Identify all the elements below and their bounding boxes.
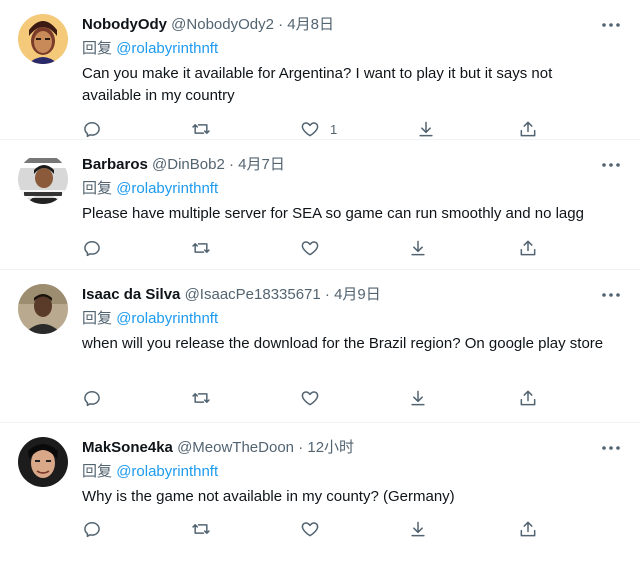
upload-icon xyxy=(520,240,536,256)
replying-to: 回复 @rolabyrinthnft xyxy=(82,309,218,329)
replying-to: 回复 @rolabyrinthnft xyxy=(82,462,218,482)
reply-icon xyxy=(84,391,100,407)
separator-dot: · xyxy=(228,156,234,173)
tweet[interactable]: NobodyOdy @NobodyOdy2 · 4月8日 回复 @rolabyr… xyxy=(0,0,640,140)
display-name[interactable]: Barbaros xyxy=(82,156,148,173)
share-button[interactable] xyxy=(408,518,428,540)
action-bar xyxy=(82,518,542,540)
replying-to: 回复 @rolabyrinthnft xyxy=(82,39,218,59)
user-handle[interactable]: @MeowTheDoon xyxy=(177,439,294,456)
avatar[interactable] xyxy=(18,437,68,487)
tweet-text: Can you make it available for Argentina?… xyxy=(82,65,553,104)
more-options-icon[interactable] xyxy=(600,155,622,175)
action-bar: 1 xyxy=(82,118,542,140)
retweet-button[interactable] xyxy=(190,237,212,259)
heart-icon xyxy=(301,522,319,537)
more-options-icon[interactable] xyxy=(600,438,622,458)
tweet-header: NobodyOdy @NobodyOdy2 · 4月8日 xyxy=(82,15,334,35)
heart-icon xyxy=(301,241,319,256)
upload-button[interactable] xyxy=(518,118,538,140)
reply-prefix: 回复 xyxy=(82,463,113,480)
tweet-text: Why is the game not available in my coun… xyxy=(82,488,455,505)
download-arrow-icon xyxy=(411,240,425,256)
like-button[interactable] xyxy=(300,237,330,259)
tweet[interactable]: Isaac da Silva @IsaacPe18335671 · 4月9日 回… xyxy=(0,270,640,423)
tweet[interactable]: Barbaros @DinBob2 · 4月7日 回复 @rolabyrinth… xyxy=(0,140,640,270)
tweet-text: when will you release the download for t… xyxy=(82,335,604,352)
replying-to: 回复 @rolabyrinthnft xyxy=(82,179,218,199)
timestamp[interactable]: 4月8日 xyxy=(287,16,334,33)
mention-link[interactable]: @rolabyrinthnft xyxy=(116,40,218,57)
share-button[interactable] xyxy=(408,387,428,409)
timestamp[interactable]: 12小时 xyxy=(307,439,354,456)
reply-icon xyxy=(84,241,100,257)
like-button[interactable]: 1 xyxy=(300,118,337,140)
retweet-icon xyxy=(192,524,210,534)
reply-button[interactable] xyxy=(82,118,102,140)
more-options-icon[interactable] xyxy=(600,285,622,305)
separator-dot: · xyxy=(324,286,330,303)
retweet-button[interactable] xyxy=(190,518,212,540)
mention-link[interactable]: @rolabyrinthnft xyxy=(116,463,218,480)
retweet-button[interactable] xyxy=(190,118,212,140)
more-options-icon[interactable] xyxy=(600,15,622,35)
tweet-text: Please have multiple server for SEA so g… xyxy=(82,205,584,222)
display-name[interactable]: Isaac da Silva xyxy=(82,286,180,303)
mention-link[interactable]: @rolabyrinthnft xyxy=(116,310,218,327)
tweet-header: Isaac da Silva @IsaacPe18335671 · 4月9日 xyxy=(82,285,381,305)
retweet-button[interactable] xyxy=(190,387,212,409)
download-arrow-icon xyxy=(411,521,425,537)
retweet-icon xyxy=(192,243,210,253)
avatar[interactable] xyxy=(18,154,68,204)
reply-button[interactable] xyxy=(82,518,102,540)
heart-icon xyxy=(301,391,319,406)
display-name[interactable]: MakSone4ka xyxy=(82,439,173,456)
action-bar xyxy=(82,237,542,259)
action-bar xyxy=(82,387,542,409)
user-handle[interactable]: @NobodyOdy2 xyxy=(171,16,274,33)
reply-prefix: 回复 xyxy=(82,310,113,327)
upload-icon xyxy=(520,521,536,537)
retweet-icon xyxy=(192,393,210,403)
timestamp[interactable]: 4月9日 xyxy=(334,286,381,303)
separator-dot: · xyxy=(278,16,284,33)
avatar[interactable] xyxy=(18,14,68,64)
heart-icon xyxy=(301,122,319,137)
reply-button[interactable] xyxy=(82,237,102,259)
timestamp[interactable]: 4月7日 xyxy=(238,156,285,173)
mention-link[interactable]: @rolabyrinthnft xyxy=(116,180,218,197)
reply-feed: NobodyOdy @NobodyOdy2 · 4月8日 回复 @rolabyr… xyxy=(0,0,640,569)
tweet-header: Barbaros @DinBob2 · 4月7日 xyxy=(82,155,285,175)
download-arrow-icon xyxy=(411,390,425,406)
upload-button[interactable] xyxy=(518,387,538,409)
share-button[interactable] xyxy=(416,118,436,140)
upload-button[interactable] xyxy=(518,518,538,540)
reply-button[interactable] xyxy=(82,387,102,409)
upload-button[interactable] xyxy=(518,237,538,259)
avatar[interactable] xyxy=(18,284,68,334)
download-arrow-icon xyxy=(419,121,433,137)
like-button[interactable] xyxy=(300,387,330,409)
reply-icon xyxy=(84,522,100,538)
tweet-header: MakSone4ka @MeowTheDoon · 12小时 xyxy=(82,438,354,458)
reply-prefix: 回复 xyxy=(82,40,113,57)
retweet-icon xyxy=(192,124,210,134)
reply-prefix: 回复 xyxy=(82,180,113,197)
reply-icon xyxy=(84,122,100,138)
upload-icon xyxy=(520,121,536,137)
upload-icon xyxy=(520,390,536,406)
share-button[interactable] xyxy=(408,237,428,259)
like-button[interactable] xyxy=(300,518,330,540)
display-name[interactable]: NobodyOdy xyxy=(82,16,167,33)
separator-dot: · xyxy=(298,439,304,456)
user-handle[interactable]: @IsaacPe18335671 xyxy=(185,286,321,303)
user-handle[interactable]: @DinBob2 xyxy=(152,156,225,173)
tweet[interactable]: MakSone4ka @MeowTheDoon · 12小时 回复 @rolab… xyxy=(0,423,640,569)
like-count: 1 xyxy=(330,121,338,137)
